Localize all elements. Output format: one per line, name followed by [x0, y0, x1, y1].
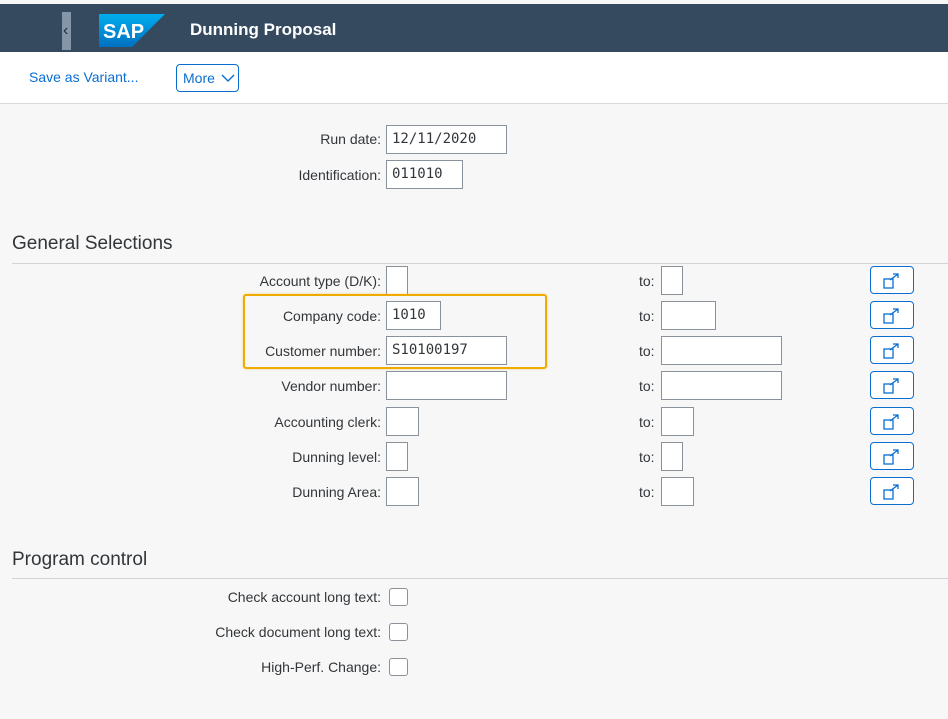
multiple-selection-icon: [883, 414, 899, 430]
customer-number-to-label: to:: [639, 343, 655, 359]
vendor-number-to-input[interactable]: [661, 371, 782, 400]
multiple-selection-icon: [883, 343, 899, 359]
dunning-level-multi-select-button[interactable]: [870, 442, 914, 470]
run-date-input[interactable]: 12/11/2020: [386, 125, 507, 154]
check-document-long-text-checkbox[interactable]: [389, 623, 408, 641]
dunning-area-label: Dunning Area:: [292, 484, 381, 500]
multiple-selection-icon: [883, 308, 899, 324]
dunning-area-to-label: to:: [639, 484, 655, 500]
dunning-area-to-input[interactable]: [661, 477, 694, 506]
company-code-to-input[interactable]: [661, 301, 716, 330]
more-menu-button[interactable]: More: [176, 64, 239, 92]
high-perf-change-label: High-Perf. Change:: [261, 659, 381, 675]
multiple-selection-icon: [883, 484, 899, 500]
vendor-number-to-label: to:: [639, 378, 655, 394]
accounting-clerk-to-label: to:: [639, 414, 655, 430]
program-control-title: Program control: [12, 549, 148, 570]
toolbar: Save as Variant... More: [0, 52, 948, 104]
svg-text:SAP: SAP: [103, 21, 144, 43]
dunning-level-label: Dunning level:: [292, 449, 381, 465]
check-account-long-text-checkbox[interactable]: [389, 588, 408, 606]
more-label: More: [183, 70, 215, 86]
vendor-number-multi-select-button[interactable]: [870, 371, 914, 399]
customer-number-to-input[interactable]: [661, 336, 782, 365]
shell-bar: ‹ SAP Dunning Proposal: [0, 4, 948, 52]
account-type-to-label: to:: [639, 273, 655, 289]
dunning-area-from-input[interactable]: [386, 477, 419, 506]
accounting-clerk-multi-select-button[interactable]: [870, 407, 914, 435]
dunning-area-multi-select-button[interactable]: [870, 477, 914, 505]
chevron-down-icon: [221, 74, 235, 82]
account-type-multi-select-button[interactable]: [870, 266, 914, 294]
check-document-long-text-label: Check document long text:: [215, 624, 381, 640]
account-type-from-input[interactable]: [386, 266, 408, 295]
company-code-to-label: to:: [639, 308, 655, 324]
app-title: Dunning Proposal: [190, 20, 337, 39]
identification-label: Identification:: [298, 167, 382, 183]
accounting-clerk-from-input[interactable]: [386, 407, 419, 436]
general-selections-title: General Selections: [12, 233, 173, 254]
dunning-level-from-input[interactable]: [386, 442, 408, 471]
save-as-variant-button[interactable]: Save as Variant...: [29, 69, 138, 86]
back-arrow-icon: ‹: [63, 22, 69, 39]
customer-number-multi-select-button[interactable]: [870, 336, 914, 364]
accounting-clerk-to-input[interactable]: [661, 407, 694, 436]
section-divider: [12, 263, 948, 264]
run-date-label: Run date:: [320, 131, 381, 147]
check-account-long-text-label: Check account long text:: [227, 589, 381, 605]
vendor-number-label: Vendor number:: [281, 378, 381, 394]
identification-input[interactable]: 011010: [386, 160, 463, 189]
highlight-box: [243, 294, 547, 369]
account-type-label: Account type (D/K):: [259, 273, 381, 289]
multiple-selection-icon: [883, 378, 899, 394]
sap-logo: SAP: [99, 14, 165, 47]
account-type-to-input[interactable]: [661, 266, 683, 295]
section-divider: [12, 578, 948, 579]
accounting-clerk-label: Accounting clerk:: [274, 414, 381, 430]
vendor-number-from-input[interactable]: [386, 371, 507, 400]
back-button[interactable]: ‹: [62, 12, 71, 50]
high-perf-change-checkbox[interactable]: [389, 658, 408, 676]
multiple-selection-icon: [883, 273, 899, 289]
dunning-level-to-label: to:: [639, 449, 655, 465]
company-code-multi-select-button[interactable]: [870, 301, 914, 329]
dunning-level-to-input[interactable]: [661, 442, 683, 471]
multiple-selection-icon: [883, 449, 899, 465]
